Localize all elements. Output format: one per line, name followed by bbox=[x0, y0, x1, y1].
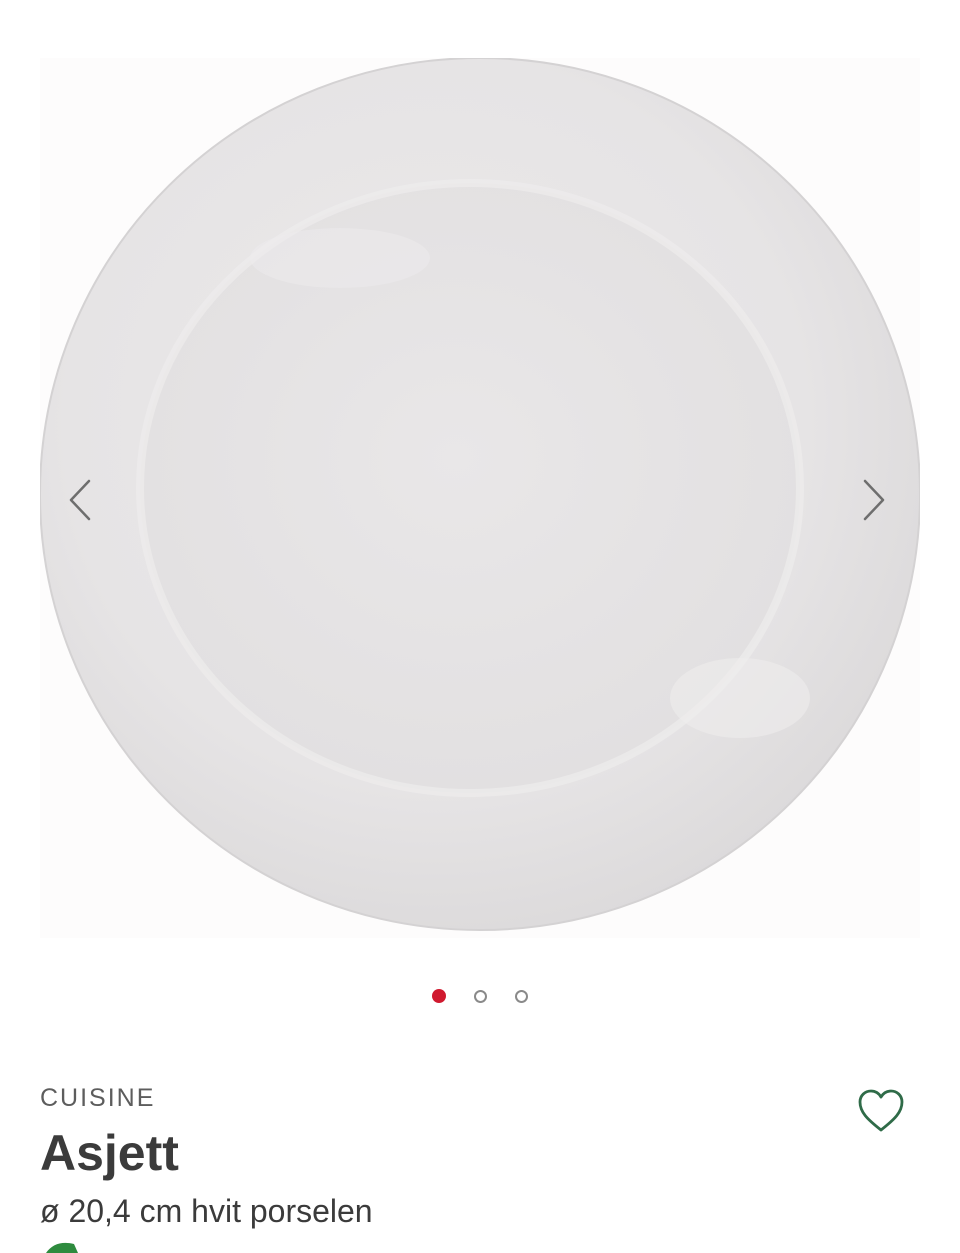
gallery-next-button[interactable] bbox=[854, 470, 894, 530]
product-image-gallery[interactable] bbox=[40, 58, 920, 938]
product-title: Asjett bbox=[40, 1125, 179, 1181]
pagination-dot-active[interactable] bbox=[432, 989, 446, 1003]
eco-leaf-icon bbox=[44, 1240, 80, 1253]
product-brand[interactable]: CUISINE bbox=[40, 1084, 155, 1113]
favorite-button[interactable] bbox=[856, 1088, 906, 1134]
product-description: ø 20,4 cm hvit porselen bbox=[40, 1193, 373, 1229]
pagination-dot[interactable] bbox=[515, 989, 528, 1003]
heart-outline-icon bbox=[858, 1089, 904, 1132]
gallery-pagination bbox=[0, 986, 960, 1006]
pagination-dot[interactable] bbox=[474, 989, 487, 1003]
product-image bbox=[40, 58, 920, 931]
gallery-prev-button[interactable] bbox=[60, 470, 100, 530]
product-page: CUISINE Asjett ø 20,4 cm hvit porselen bbox=[0, 0, 960, 1253]
chevron-left-icon bbox=[69, 479, 91, 521]
chevron-right-icon bbox=[863, 479, 885, 521]
